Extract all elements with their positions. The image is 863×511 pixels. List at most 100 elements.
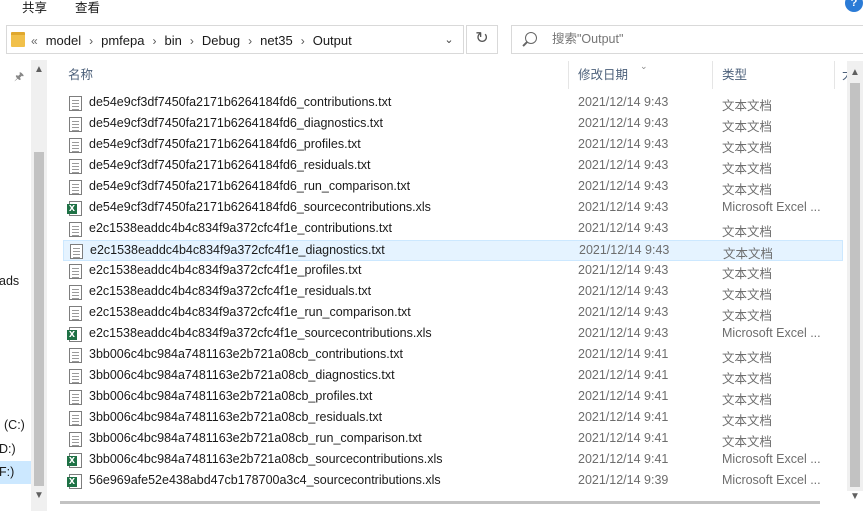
search-box[interactable] — [511, 25, 863, 54]
file-name[interactable]: de54e9cf3df7450fa2171b6264184fd6_profile… — [89, 137, 361, 151]
chevron-right-icon[interactable]: › — [152, 34, 156, 48]
file-name[interactable]: de54e9cf3df7450fa2171b6264184fd6_residua… — [89, 158, 371, 172]
text-file-icon — [69, 369, 82, 384]
file-row[interactable]: de54e9cf3df7450fa2171b6264184fd6_run_com… — [63, 177, 843, 198]
nav-item-downloads[interactable]: ads — [0, 274, 19, 288]
chevron-down-icon[interactable]: ⌄ — [441, 33, 457, 47]
scroll-down-icon[interactable]: ▼ — [34, 490, 44, 501]
nav-item-drive-f[interactable]: F:) — [0, 465, 14, 479]
help-icon[interactable]: ? — [845, 0, 863, 12]
file-name[interactable]: e2c1538eaddc4b4c834f9a372cfc4f1e_sourcec… — [89, 326, 432, 340]
file-row[interactable]: e2c1538eaddc4b4c834f9a372cfc4f1e_contrib… — [63, 219, 843, 240]
file-name[interactable]: de54e9cf3df7450fa2171b6264184fd6_run_com… — [89, 179, 410, 193]
breadcrumb-item-debug[interactable]: Debug — [202, 33, 240, 48]
file-row[interactable]: de54e9cf3df7450fa2171b6264184fd6_profile… — [63, 135, 843, 156]
file-row[interactable]: de54e9cf3df7450fa2171b6264184fd6_contrib… — [63, 93, 843, 114]
chevron-right-icon[interactable]: › — [248, 34, 252, 48]
nav-item-drive-c[interactable]: (C:) — [4, 418, 25, 432]
column-header-date[interactable]: 修改日期 — [570, 61, 628, 89]
file-row[interactable]: de54e9cf3df7450fa2171b6264184fd6_residua… — [63, 156, 843, 177]
scroll-up-icon[interactable]: ▲ — [850, 67, 860, 78]
breadcrumb-item-pmfepa[interactable]: pmfepa — [101, 33, 144, 48]
file-row[interactable]: 3bb006c4bc984a7481163e2b721a08cb_run_com… — [63, 429, 843, 450]
nav-scroll-thumb[interactable] — [34, 152, 44, 486]
chevron-right-icon[interactable]: › — [89, 34, 93, 48]
file-row[interactable]: 3bb006c4bc984a7481163e2b721a08cb_contrib… — [63, 345, 843, 366]
file-row[interactable]: 56e969afe52e438abd47cb178700a3c4_sourcec… — [63, 471, 843, 491]
file-row[interactable]: e2c1538eaddc4b4c834f9a372cfc4f1e_sourcec… — [63, 324, 843, 345]
file-list: de54e9cf3df7450fa2171b6264184fd6_contrib… — [60, 93, 848, 491]
excel-file-icon — [67, 327, 82, 342]
file-name[interactable]: 3bb006c4bc984a7481163e2b721a08cb_run_com… — [89, 431, 422, 445]
file-date: 2021/12/14 9:41 — [578, 431, 669, 445]
file-name[interactable]: de54e9cf3df7450fa2171b6264184fd6_diagnos… — [89, 116, 383, 130]
file-type: 文本文档 — [722, 120, 773, 134]
file-date: 2021/12/14 9:39 — [578, 473, 669, 487]
file-date: 2021/12/14 9:43 — [578, 263, 669, 277]
address-bar[interactable]: « model › pmfepa › bin › Debug › net35 ›… — [6, 25, 464, 54]
column-divider[interactable] — [568, 61, 569, 89]
text-file-icon — [69, 96, 82, 111]
file-type: 文本文档 — [722, 99, 773, 113]
file-name[interactable]: e2c1538eaddc4b4c834f9a372cfc4f1e_profile… — [89, 263, 361, 277]
search-input[interactable] — [552, 32, 852, 46]
search-icon — [525, 32, 537, 44]
breadcrumb-overflow-icon[interactable]: « — [31, 34, 38, 48]
file-row[interactable]: 3bb006c4bc984a7481163e2b721a08cb_profile… — [63, 387, 843, 408]
file-date: 2021/12/14 9:43 — [578, 137, 669, 151]
file-row[interactable]: e2c1538eaddc4b4c834f9a372cfc4f1e_run_com… — [63, 303, 843, 324]
file-row[interactable]: 3bb006c4bc984a7481163e2b721a08cb_diagnos… — [63, 366, 843, 387]
file-date: 2021/12/14 9:43 — [578, 95, 669, 109]
scroll-down-icon[interactable]: ▼ — [850, 491, 860, 502]
vertical-scrollbar[interactable]: ▲ — [847, 61, 863, 491]
file-row[interactable]: e2c1538eaddc4b4c834f9a372cfc4f1e_residua… — [63, 282, 843, 303]
tab-share[interactable]: 共享 — [22, 0, 47, 16]
file-name[interactable]: e2c1538eaddc4b4c834f9a372cfc4f1e_diagnos… — [90, 243, 385, 257]
file-name[interactable]: e2c1538eaddc4b4c834f9a372cfc4f1e_run_com… — [89, 305, 411, 319]
file-name[interactable]: 3bb006c4bc984a7481163e2b721a08cb_sourcec… — [89, 452, 443, 466]
breadcrumb-item-bin[interactable]: bin — [164, 33, 181, 48]
column-header-type[interactable]: 类型 — [714, 61, 747, 89]
text-file-icon — [69, 264, 82, 279]
column-divider[interactable] — [712, 61, 713, 89]
column-header-name[interactable]: 名称 — [60, 61, 93, 89]
file-name[interactable]: 3bb006c4bc984a7481163e2b721a08cb_diagnos… — [89, 368, 395, 382]
file-name[interactable]: 3bb006c4bc984a7481163e2b721a08cb_profile… — [89, 389, 372, 403]
file-name[interactable]: 3bb006c4bc984a7481163e2b721a08cb_residua… — [89, 410, 382, 424]
file-row[interactable]: e2c1538eaddc4b4c834f9a372cfc4f1e_profile… — [63, 261, 843, 282]
file-type: 文本文档 — [722, 435, 773, 449]
file-row[interactable]: 3bb006c4bc984a7481163e2b721a08cb_sourcec… — [63, 450, 843, 471]
tab-view[interactable]: 查看 — [75, 0, 100, 16]
breadcrumb-item-model[interactable]: model — [46, 33, 81, 48]
excel-file-icon — [67, 201, 82, 216]
file-row[interactable]: de54e9cf3df7450fa2171b6264184fd6_sourcec… — [63, 198, 843, 219]
file-name[interactable]: e2c1538eaddc4b4c834f9a372cfc4f1e_contrib… — [89, 221, 392, 235]
breadcrumb-item-net35[interactable]: net35 — [260, 33, 293, 48]
file-date: 2021/12/14 9:43 — [578, 179, 669, 193]
scroll-up-icon[interactable]: ▲ — [34, 64, 44, 75]
refresh-button[interactable]: ↻ — [466, 25, 498, 54]
file-row[interactable]: 3bb006c4bc984a7481163e2b721a08cb_residua… — [63, 408, 843, 429]
text-file-icon — [70, 244, 83, 259]
sort-arrow-icon: ⌄ — [640, 61, 648, 71]
breadcrumb-item-output[interactable]: Output — [313, 33, 352, 48]
file-name[interactable]: de54e9cf3df7450fa2171b6264184fd6_contrib… — [89, 95, 391, 109]
file-row[interactable]: e2c1538eaddc4b4c834f9a372cfc4f1e_diagnos… — [63, 240, 843, 261]
pin-icon[interactable]: 🖈 — [14, 68, 24, 87]
nav-scrollbar[interactable]: ▲ ▼ — [31, 60, 47, 511]
chevron-right-icon[interactable]: › — [301, 34, 305, 48]
file-name[interactable]: 56e969afe52e438abd47cb178700a3c4_sourcec… — [89, 473, 441, 487]
file-name[interactable]: e2c1538eaddc4b4c834f9a372cfc4f1e_residua… — [89, 284, 371, 298]
file-type: Microsoft Excel ... — [722, 473, 821, 487]
text-file-icon — [69, 432, 82, 447]
column-divider[interactable] — [834, 61, 835, 89]
horizontal-scroll-thumb[interactable] — [60, 501, 820, 504]
file-name[interactable]: de54e9cf3df7450fa2171b6264184fd6_sourcec… — [89, 200, 431, 214]
horizontal-scrollbar[interactable]: ▼ — [60, 491, 863, 511]
excel-file-icon — [67, 474, 82, 489]
chevron-right-icon[interactable]: › — [190, 34, 194, 48]
file-row[interactable]: de54e9cf3df7450fa2171b6264184fd6_diagnos… — [63, 114, 843, 135]
vertical-scroll-thumb[interactable] — [850, 83, 860, 487]
file-name[interactable]: 3bb006c4bc984a7481163e2b721a08cb_contrib… — [89, 347, 403, 361]
nav-item-drive-d[interactable]: D:) — [0, 442, 16, 456]
